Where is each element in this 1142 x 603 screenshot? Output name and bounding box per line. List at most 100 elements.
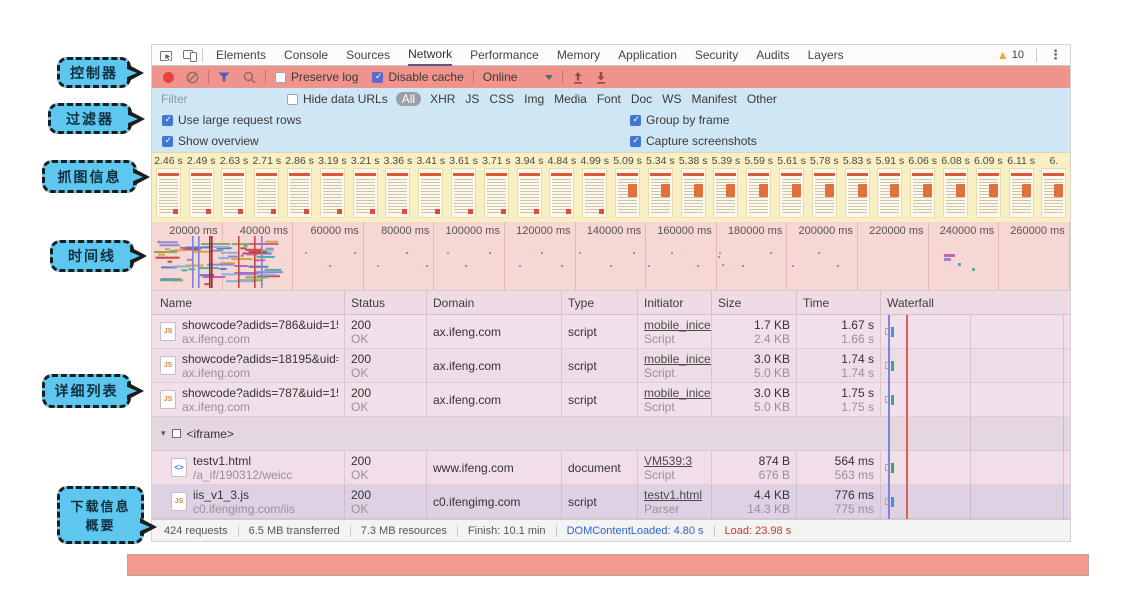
tab-sources[interactable]: Sources [346,45,390,65]
disclosure-triangle-icon[interactable]: ▾ [161,428,166,439]
filmstrip-frame[interactable]: 4.84 s [546,153,579,222]
filmstrip-frame[interactable]: 5.83 s [841,153,874,222]
filmstrip-frame[interactable]: 6.06 s [906,153,939,222]
timeline-overview[interactable]: 20000 ms 40000 ms 60000 ms 80000 ms 100000 m… [152,222,1070,290]
filmstrip-frame[interactable]: 3.94 s [513,153,546,222]
filmstrip-frame[interactable]: 5.39 s [710,153,743,222]
column-header-status[interactable]: Status [345,291,427,314]
show-overview-checkbox[interactable]: Show overview [162,134,259,148]
inspect-element-icon[interactable] [160,49,174,62]
tab-audits[interactable]: Audits [756,45,789,65]
initiator-link[interactable]: testv1.html [644,488,705,502]
timeline-dot [648,265,650,267]
request-name: showcode?adids=786&uid=1565… [182,317,338,332]
filter-pill-other[interactable]: Other [747,92,777,106]
filter-pill-media[interactable]: Media [554,92,587,106]
initiator-link[interactable]: mobile_inice… [644,352,711,366]
size-resource: 676 B [758,468,790,482]
request-row[interactable]: <> testv1.html/a_if/190312/weicc 200 OK www.… [152,451,1070,485]
filter-pill-js[interactable]: JS [465,92,479,106]
filter-pill-css[interactable]: CSS [489,92,514,106]
initiator-link[interactable]: VM539:3 [644,454,705,468]
column-header-time[interactable]: Time [797,291,881,314]
tab-performance[interactable]: Performance [470,45,539,65]
timeline-dot [426,265,428,267]
filter-pill-img[interactable]: Img [524,92,544,106]
filmstrip-frame[interactable]: 5.38 s [677,153,710,222]
clear-button[interactable] [186,71,199,84]
column-header-size[interactable]: Size [712,291,797,314]
filmstrip-time: 2.46 s [154,155,183,167]
tab-network[interactable]: Network [408,44,453,66]
column-header-domain[interactable]: Domain [427,291,562,314]
filmstrip-frame[interactable]: 4.99 s [578,153,611,222]
request-row[interactable]: JSshowcode?adids=18195&uid=15…ax.ifeng.c… [152,349,1070,383]
filmstrip-frame[interactable]: 2.63 s [218,153,251,222]
console-warning-badge[interactable]: ▲ 10 [997,48,1024,62]
filmstrip-frame[interactable]: 5.09 s [611,153,644,222]
filter-pill-xhr[interactable]: XHR [430,92,455,106]
filmstrip-frame[interactable]: 2.46 s [152,153,185,222]
filmstrip-frame[interactable]: 3.21 s [349,153,382,222]
filmstrip-frame[interactable]: 6.08 s [939,153,972,222]
filmstrip-frame[interactable]: 5.34 s [644,153,677,222]
column-header-waterfall[interactable]: Waterfall [881,291,1070,314]
tab-security[interactable]: Security [695,45,738,65]
initiator-link[interactable]: mobile_inice… [644,386,711,400]
group-by-frame-checkbox[interactable]: Group by frame [630,113,729,127]
filmstrip-frame[interactable]: 6.09 s [972,153,1005,222]
tab-memory[interactable]: Memory [557,45,600,65]
tab-application[interactable]: Application [618,45,677,65]
network-filter-bar: Hide data URLs All XHR JS CSS Img Media Font Do… [152,88,1070,110]
filter-input[interactable] [159,91,287,107]
use-large-rows-checkbox[interactable]: Use large request rows [162,113,301,127]
request-row[interactable]: JSshowcode?adids=787&uid=1565…ax.ifeng.c… [152,383,1070,417]
request-row[interactable]: JS iis_v1_3.js c0.ifengimg.com/iis 200 OK c0.… [152,485,1070,519]
devtools-menu-icon[interactable]: ⋮ [1049,47,1062,63]
filter-pill-ws[interactable]: WS [662,92,681,106]
summary-status-bar: 424 requests 6.5 MB transferred 7.3 MB res… [152,519,1070,541]
tab-elements[interactable]: Elements [216,45,266,65]
filter-pill-font[interactable]: Font [597,92,621,106]
initiator-link[interactable]: mobile_inice… [644,318,711,332]
filmstrip-frame[interactable]: 5.91 s [874,153,907,222]
filmstrip-frame[interactable]: 5.78 s [808,153,841,222]
filter-pill-doc[interactable]: Doc [631,92,652,106]
filter-toggle-icon[interactable] [218,72,230,82]
filter-pill-all[interactable]: All [395,92,422,106]
filmstrip-frame[interactable]: 6. [1038,153,1070,222]
filmstrip-frame[interactable]: 3.36 s [382,153,415,222]
status-text: OK [351,502,369,516]
disable-cache-checkbox[interactable]: Disable cache [372,70,464,84]
column-header-type[interactable]: Type [562,291,638,314]
export-har-icon[interactable] [595,71,607,84]
filmstrip-frame[interactable]: 3.19 s [316,153,349,222]
record-button[interactable] [163,71,174,83]
frame-group-row[interactable]: ▾ <iframe> [152,417,1070,451]
filmstrip-frame[interactable]: 3.71 s [480,153,513,222]
hide-data-urls-checkbox[interactable]: Hide data URLs [287,92,388,106]
request-row[interactable]: JSshowcode?adids=786&uid=1565…ax.ifeng.c… [152,315,1070,349]
search-icon[interactable] [243,71,256,84]
filmstrip-time: 6.08 s [941,155,970,167]
throttling-select[interactable]: Online [483,70,554,84]
filmstrip-frame[interactable]: 3.41 s [414,153,447,222]
filmstrip-frame[interactable]: 2.71 s [250,153,283,222]
tab-layers[interactable]: Layers [808,45,844,65]
size-cell: 4.4 KB 14.3 KB [712,485,797,518]
filter-pill-manifest[interactable]: Manifest [692,92,737,106]
filmstrip-frame[interactable]: 5.61 s [775,153,808,222]
filmstrip-frame[interactable]: 5.59 s [742,153,775,222]
import-har-icon[interactable] [572,71,584,84]
capture-screenshots-checkbox[interactable]: Capture screenshots [630,134,757,148]
column-header-name[interactable]: Name [152,291,345,314]
tab-console[interactable]: Console [284,45,328,65]
preserve-log-checkbox[interactable]: Preserve log [275,70,358,84]
column-header-initiator[interactable]: Initiator [638,291,712,314]
filmstrip-frame[interactable]: 6.11 s [1005,153,1038,222]
device-toolbar-icon[interactable] [183,49,198,62]
filmstrip-frame[interactable]: 2.86 s [283,153,316,222]
filmstrip-frame[interactable]: 2.49 s [185,153,218,222]
time-cell: 564 ms 563 ms [797,451,881,484]
filmstrip-frame[interactable]: 3.61 s [447,153,480,222]
